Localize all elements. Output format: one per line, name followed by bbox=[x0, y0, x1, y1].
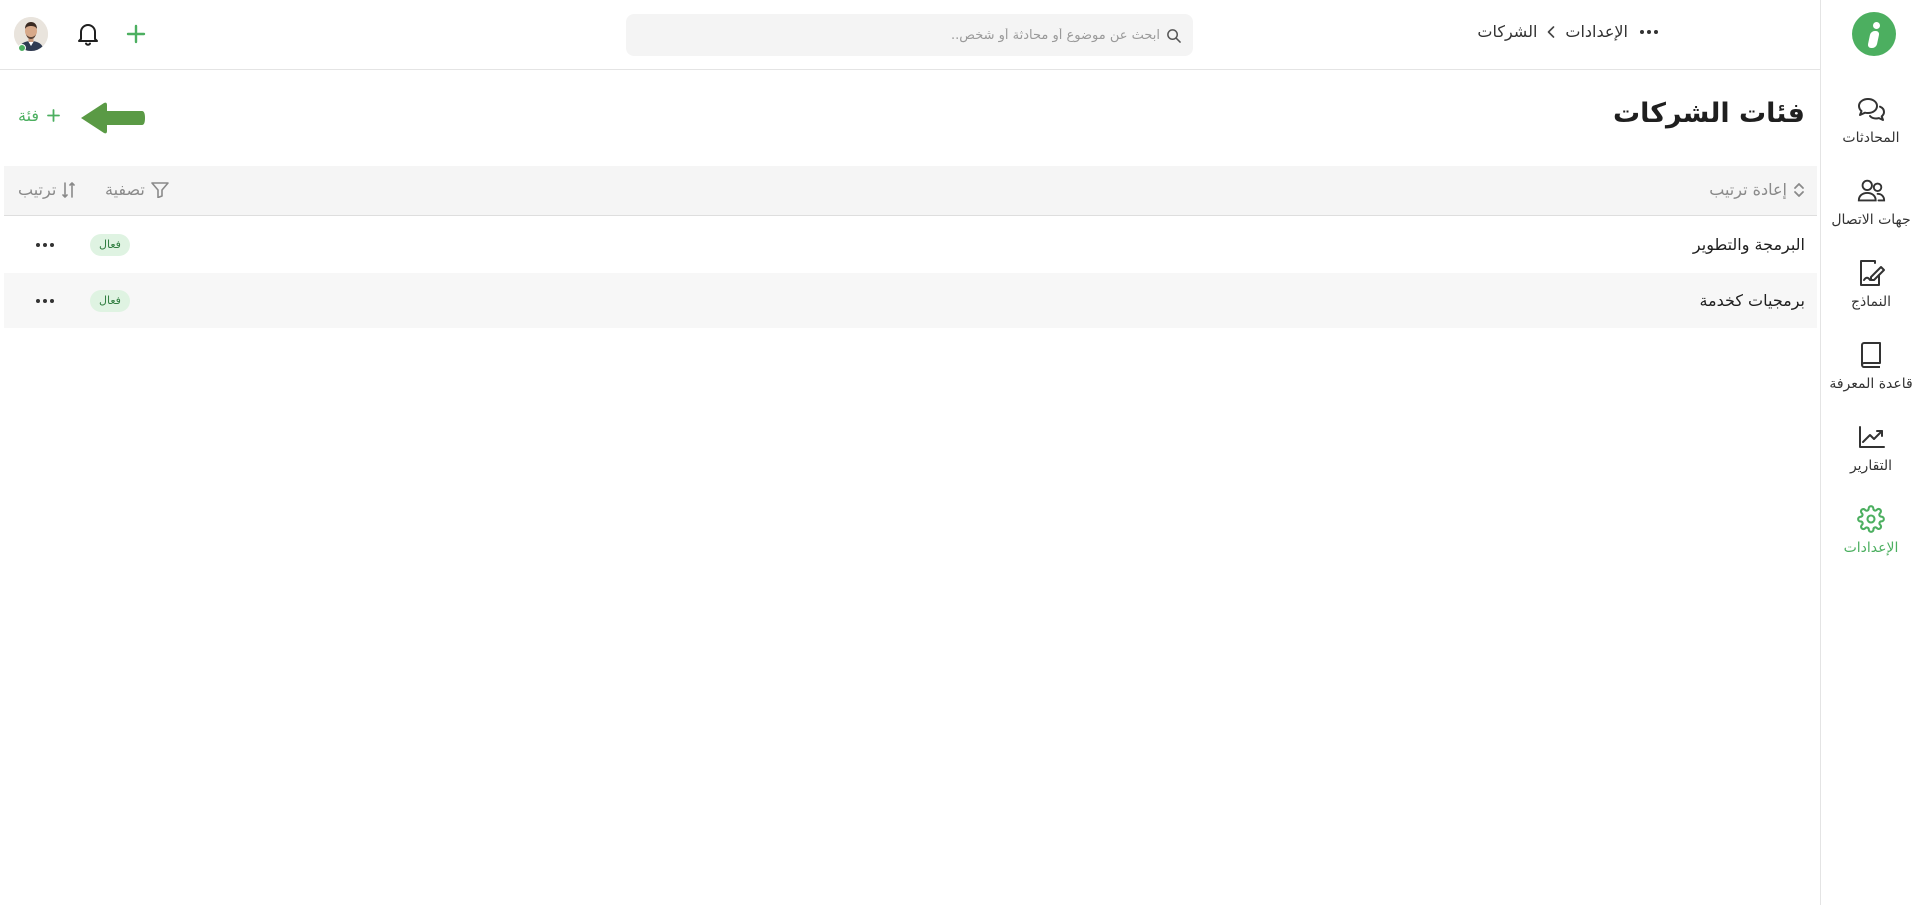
sort-label: ترتيب bbox=[18, 180, 57, 199]
sidebar-item-label: جهات الاتصال bbox=[1831, 212, 1911, 228]
trend-chart-icon bbox=[1856, 422, 1886, 452]
search-box bbox=[626, 14, 1193, 56]
plus-icon bbox=[47, 109, 60, 122]
row-more-icon[interactable] bbox=[32, 291, 58, 311]
plus-icon[interactable] bbox=[123, 21, 149, 47]
sidebar-item-label: المحادثات bbox=[1842, 130, 1900, 146]
contacts-icon bbox=[1856, 176, 1886, 206]
breadcrumb-more-icon[interactable] bbox=[1638, 29, 1660, 34]
form-edit-icon bbox=[1856, 258, 1886, 288]
list-toolbar: إعادة ترتيب تصفية ترتيب bbox=[4, 166, 1817, 216]
sidebar-item-forms[interactable]: النماذج bbox=[1821, 258, 1920, 332]
search-input[interactable] bbox=[640, 20, 1160, 50]
sidebar-item-label: قاعدة المعرفة bbox=[1829, 376, 1913, 392]
filter-funnel-icon bbox=[151, 181, 169, 198]
category-name: البرمجة والتطوير bbox=[1692, 235, 1805, 254]
breadcrumb-companies: الشركات bbox=[1477, 22, 1538, 41]
sort-vertical-icon bbox=[1793, 182, 1805, 198]
chat-bubbles-icon bbox=[1856, 94, 1886, 124]
search-icon bbox=[1166, 28, 1181, 43]
reorder-button[interactable]: إعادة ترتيب bbox=[1709, 180, 1805, 199]
status-badge: فعال bbox=[90, 233, 130, 256]
top-bar: الإعدادات الشركات bbox=[0, 0, 1820, 70]
online-status-dot bbox=[18, 44, 26, 52]
bell-icon[interactable] bbox=[75, 21, 101, 47]
category-name: برمجيات كخدمة bbox=[1699, 291, 1805, 310]
sidebar-item-label: النماذج bbox=[1850, 294, 1891, 310]
annotation-arrow-icon bbox=[80, 101, 146, 135]
avatar[interactable] bbox=[14, 17, 48, 52]
status-badge: فعال bbox=[90, 289, 130, 312]
row-more-icon[interactable] bbox=[32, 235, 58, 255]
sidebar-item-label: الإعدادات bbox=[1843, 540, 1899, 556]
sidebar-nav: المحادثات جهات الاتصال النماذج قاعدة الم… bbox=[1820, 0, 1920, 905]
breadcrumb: الإعدادات الشركات bbox=[1477, 22, 1660, 41]
gear-icon bbox=[1856, 504, 1886, 534]
sidebar-item-reports[interactable]: التقارير bbox=[1821, 422, 1920, 496]
info-logo-icon[interactable] bbox=[1852, 12, 1896, 56]
filter-button[interactable]: تصفية bbox=[105, 180, 169, 199]
sort-arrows-icon bbox=[62, 181, 76, 198]
chevron-left-icon bbox=[1547, 25, 1555, 38]
filter-label: تصفية bbox=[105, 180, 145, 199]
sort-button[interactable]: ترتيب bbox=[18, 180, 76, 199]
sidebar-item-label: التقارير bbox=[1849, 458, 1893, 474]
table-row[interactable]: البرمجة والتطوير فعال bbox=[4, 217, 1817, 272]
page-title: فئات الشركات bbox=[1612, 98, 1805, 129]
table-row[interactable]: برمجيات كخدمة فعال bbox=[4, 273, 1817, 328]
reorder-label: إعادة ترتيب bbox=[1709, 180, 1787, 199]
sidebar-item-contacts[interactable]: جهات الاتصال bbox=[1821, 176, 1920, 250]
add-category-button[interactable]: فئة bbox=[18, 106, 60, 125]
sidebar-item-conversations[interactable]: المحادثات bbox=[1821, 94, 1920, 168]
book-icon bbox=[1856, 340, 1886, 370]
sidebar-item-knowledge-base[interactable]: قاعدة المعرفة bbox=[1821, 340, 1920, 414]
breadcrumb-settings[interactable]: الإعدادات bbox=[1565, 22, 1628, 41]
sidebar-item-settings[interactable]: الإعدادات bbox=[1821, 504, 1920, 578]
add-category-label: فئة bbox=[18, 106, 40, 125]
